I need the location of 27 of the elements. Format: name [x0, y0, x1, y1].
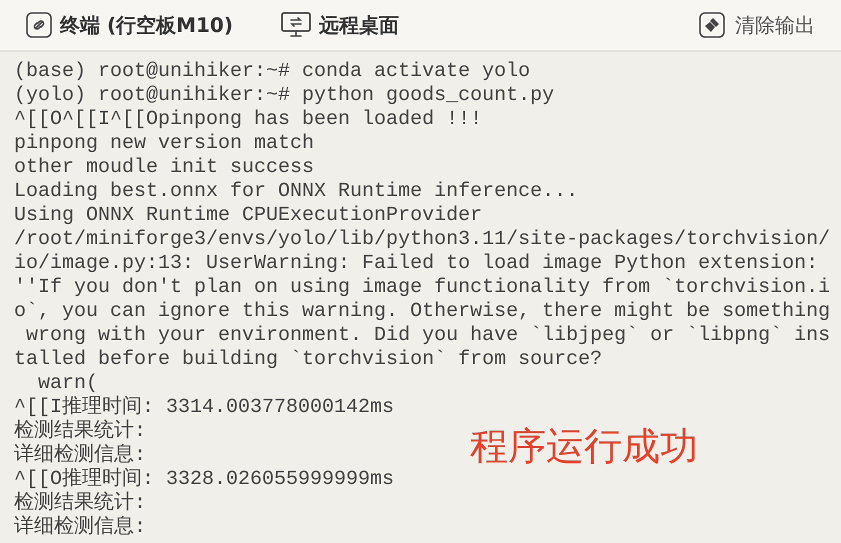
output-line: talled before building `torchvision` from source? — [14, 348, 602, 372]
output-line: ^[[O^[[I^[[Opinpong has been loaded !!! — [14, 108, 482, 132]
output-line: wrong with your environment. Did you have `libjpeg` or `libpng` ins — [25, 324, 830, 348]
monitor-icon — [280, 12, 311, 38]
output-line: other moudle init success — [14, 156, 314, 180]
output-line: (base) root@unihiker:~# conda activate yolo — [14, 60, 530, 84]
output-line: 检测结果统计: — [14, 492, 146, 515]
output-line: 详细检测信息: — [14, 444, 146, 468]
link-icon — [26, 12, 52, 38]
output-line: io/image.py:13: UserWarning: Failed to load image Python extension: — [14, 252, 818, 276]
clear-output-button[interactable]: 清除输出 — [699, 10, 815, 40]
tab[interactable]: 终端 (行空板M10) — [26, 10, 233, 40]
annotation-text: 程序运行成功 — [470, 424, 698, 470]
output-line: 检测结果统计: — [14, 420, 146, 443]
output-line: warn( — [37, 372, 98, 396]
output-line: (yolo) root@unihiker:~# python goods_count.py — [14, 84, 554, 108]
output-line: ^[[O推理时间: 3328.026055999999ms — [14, 468, 394, 491]
output-line: ^[[I推理时间: 3314.003778000142ms — [14, 396, 394, 419]
output-line: pinpong new version match — [14, 132, 314, 156]
output-line: Loading best.onnx for ONNX Runtime inference... — [14, 180, 578, 204]
output-line: Using ONNX Runtime CPUExecutionProvider — [14, 204, 482, 228]
output-line: ''If you don't plan on using image functionality from `torchvision.i — [14, 276, 830, 300]
output-line: 详细检测信息: — [14, 516, 146, 540]
output-line: o`, you can ignore this warning. Otherwise, there might be something — [14, 300, 830, 324]
brush-icon — [699, 12, 725, 38]
tab[interactable]: 远程桌面 — [280, 10, 399, 40]
output-line: /root/miniforge3/envs/yolo/lib/python3.11/site-packages/torchvision/ — [14, 228, 830, 252]
